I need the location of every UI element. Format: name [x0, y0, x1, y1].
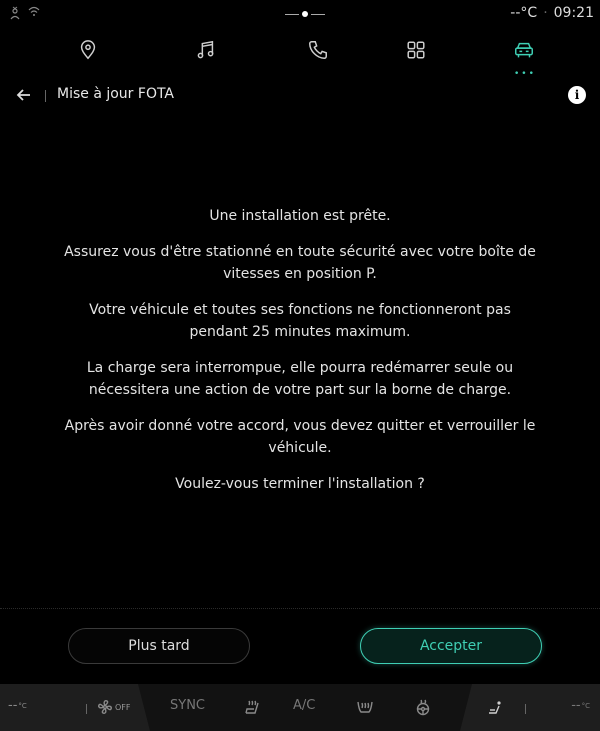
- phone-icon: [309, 41, 327, 59]
- climate-separator-right: [525, 704, 526, 714]
- page-header: Mise à jour FOTA i: [0, 80, 600, 110]
- later-button[interactable]: Plus tard: [68, 628, 250, 664]
- sync-button[interactable]: SYNC: [170, 698, 205, 713]
- left-temperature[interactable]: -- °C: [8, 698, 27, 713]
- right-temperature[interactable]: -- °C: [571, 698, 590, 713]
- message-ready: Une installation est prête.: [209, 208, 391, 224]
- accept-button[interactable]: Accepter: [360, 628, 542, 664]
- seat-heat-button[interactable]: [243, 698, 261, 716]
- seat-heat-icon: [245, 700, 259, 714]
- status-separator: ·: [543, 5, 548, 21]
- wifi-icon: [28, 6, 40, 23]
- music-note-icon: [197, 40, 214, 59]
- airflow-seat-icon: [489, 701, 501, 714]
- nav-phone-button[interactable]: [298, 34, 338, 66]
- more-indicator: •••: [514, 69, 536, 79]
- info-icon: i: [574, 88, 580, 102]
- fan-off-button[interactable]: OFF: [96, 698, 131, 716]
- nav-apps-button[interactable]: [396, 34, 436, 66]
- clock: 09:21: [553, 5, 594, 21]
- status-left-icons: [10, 6, 40, 23]
- rear-defrost-icon: [357, 701, 373, 713]
- message-unavailable-duration: Votre véhicule et toutes ses fonctions n…: [89, 302, 511, 340]
- apps-grid-icon: [407, 41, 425, 59]
- user-status-icon: [10, 6, 20, 23]
- message-question: Voulez-vous terminer l'installation ?: [175, 476, 425, 492]
- page-title: Mise à jour FOTA: [57, 86, 175, 102]
- info-button[interactable]: i: [568, 86, 586, 104]
- airflow-button[interactable]: [486, 698, 504, 716]
- message-charging-interrupted: La charge sera interrompue, elle pourra …: [86, 360, 514, 398]
- climate-separator: [86, 704, 87, 714]
- page-indicator: [285, 9, 325, 21]
- message-park-safely: Assurez vous d'être stationné en toute s…: [64, 244, 536, 282]
- climate-bar: -- °C OFF SYNC A/C -- °C: [0, 684, 600, 731]
- message-leave-and-lock: Après avoir donné votre accord, vous dev…: [64, 418, 536, 456]
- fan-icon: [98, 700, 112, 714]
- back-button[interactable]: [12, 83, 36, 107]
- ac-button[interactable]: A/C: [293, 698, 315, 713]
- header-divider: [45, 90, 46, 102]
- main-navigation: •••: [0, 26, 600, 79]
- status-right: --°C · 09:21: [510, 5, 594, 21]
- nav-music-button[interactable]: [186, 34, 226, 66]
- outside-temperature: --°C: [510, 5, 538, 21]
- steering-wheel-heat-icon: [416, 699, 430, 716]
- installation-message: Une installation est prête. Assurez vous…: [60, 205, 540, 509]
- rear-defrost-button[interactable]: [356, 698, 374, 716]
- car-icon: [515, 42, 533, 58]
- content-divider: [0, 608, 600, 609]
- steering-heat-button[interactable]: [414, 698, 432, 716]
- nav-vehicle-button[interactable]: [504, 34, 544, 66]
- location-pin-icon: [80, 40, 96, 60]
- arrow-left-icon: [16, 89, 30, 101]
- nav-navigation-button[interactable]: [68, 34, 108, 66]
